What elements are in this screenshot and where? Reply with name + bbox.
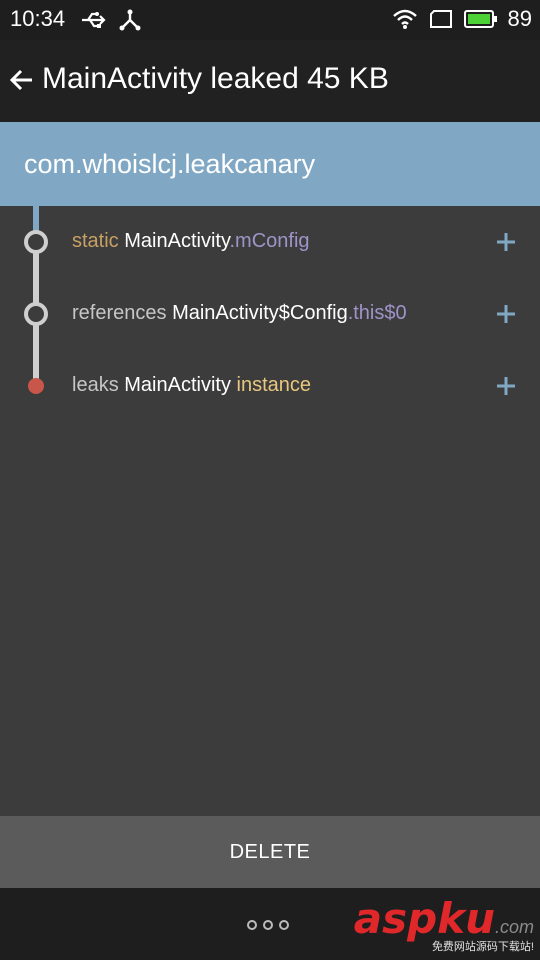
trace-kind: static — [72, 230, 119, 252]
screen-rotate-icon — [428, 8, 454, 30]
trace-row-references[interactable]: references MainActivity$Config.this$0 — [0, 278, 540, 350]
trace-field: mConfig — [235, 230, 310, 252]
wifi-icon — [392, 8, 418, 30]
watermark-domain: .com — [494, 917, 534, 937]
delete-button[interactable]: DELETE — [0, 816, 540, 888]
trace-kind: references — [72, 302, 167, 324]
package-header: com.whoislcj.leakcanary — [0, 122, 540, 206]
leak-node — [28, 378, 44, 394]
trace-row-static[interactable]: static MainActivity.mConfig — [0, 206, 540, 278]
trace-row-text: references MainActivity$Config.this$0 — [72, 302, 407, 325]
trace-class: MainActivity — [124, 230, 230, 252]
status-time: 10:34 — [10, 6, 66, 31]
status-bar: 10:34 89 — [0, 0, 540, 40]
page-title: MainActivity leaked 45 KB — [42, 62, 389, 95]
share-icon — [118, 8, 142, 32]
trace-row-text: static MainActivity.mConfig — [72, 230, 310, 253]
usb-icon — [80, 10, 108, 30]
leak-trace-list: static MainActivity.mConfig references M… — [0, 206, 540, 816]
trace-instance: instance — [236, 374, 312, 396]
app-bar: MainActivity leaked 45 KB — [0, 40, 540, 122]
watermark: aspku.com 免费网站源码下载站! — [354, 898, 534, 953]
package-name: com.whoislcj.leakcanary — [24, 149, 316, 179]
battery-icon — [463, 9, 498, 29]
trace-class: MainActivity$Config — [172, 302, 348, 324]
trace-row-text: leaks MainActivity instance — [72, 374, 311, 397]
trace-field: this$0 — [353, 302, 407, 324]
trace-node — [24, 302, 48, 326]
arrow-left-icon[interactable] — [8, 66, 36, 94]
watermark-brand: aspku — [353, 894, 495, 943]
trace-node — [24, 230, 48, 254]
trace-kind: leaks — [72, 374, 119, 396]
trace-class: MainActivity — [124, 374, 231, 396]
watermark-tagline: 免费网站源码下载站! — [431, 941, 534, 953]
more-dots-icon[interactable] — [246, 918, 290, 930]
plus-icon[interactable] — [496, 376, 516, 396]
plus-icon[interactable] — [496, 232, 516, 252]
battery-level: 89 — [507, 6, 532, 31]
plus-icon[interactable] — [496, 304, 516, 324]
trace-row-leaks[interactable]: leaks MainActivity instance — [0, 350, 540, 422]
